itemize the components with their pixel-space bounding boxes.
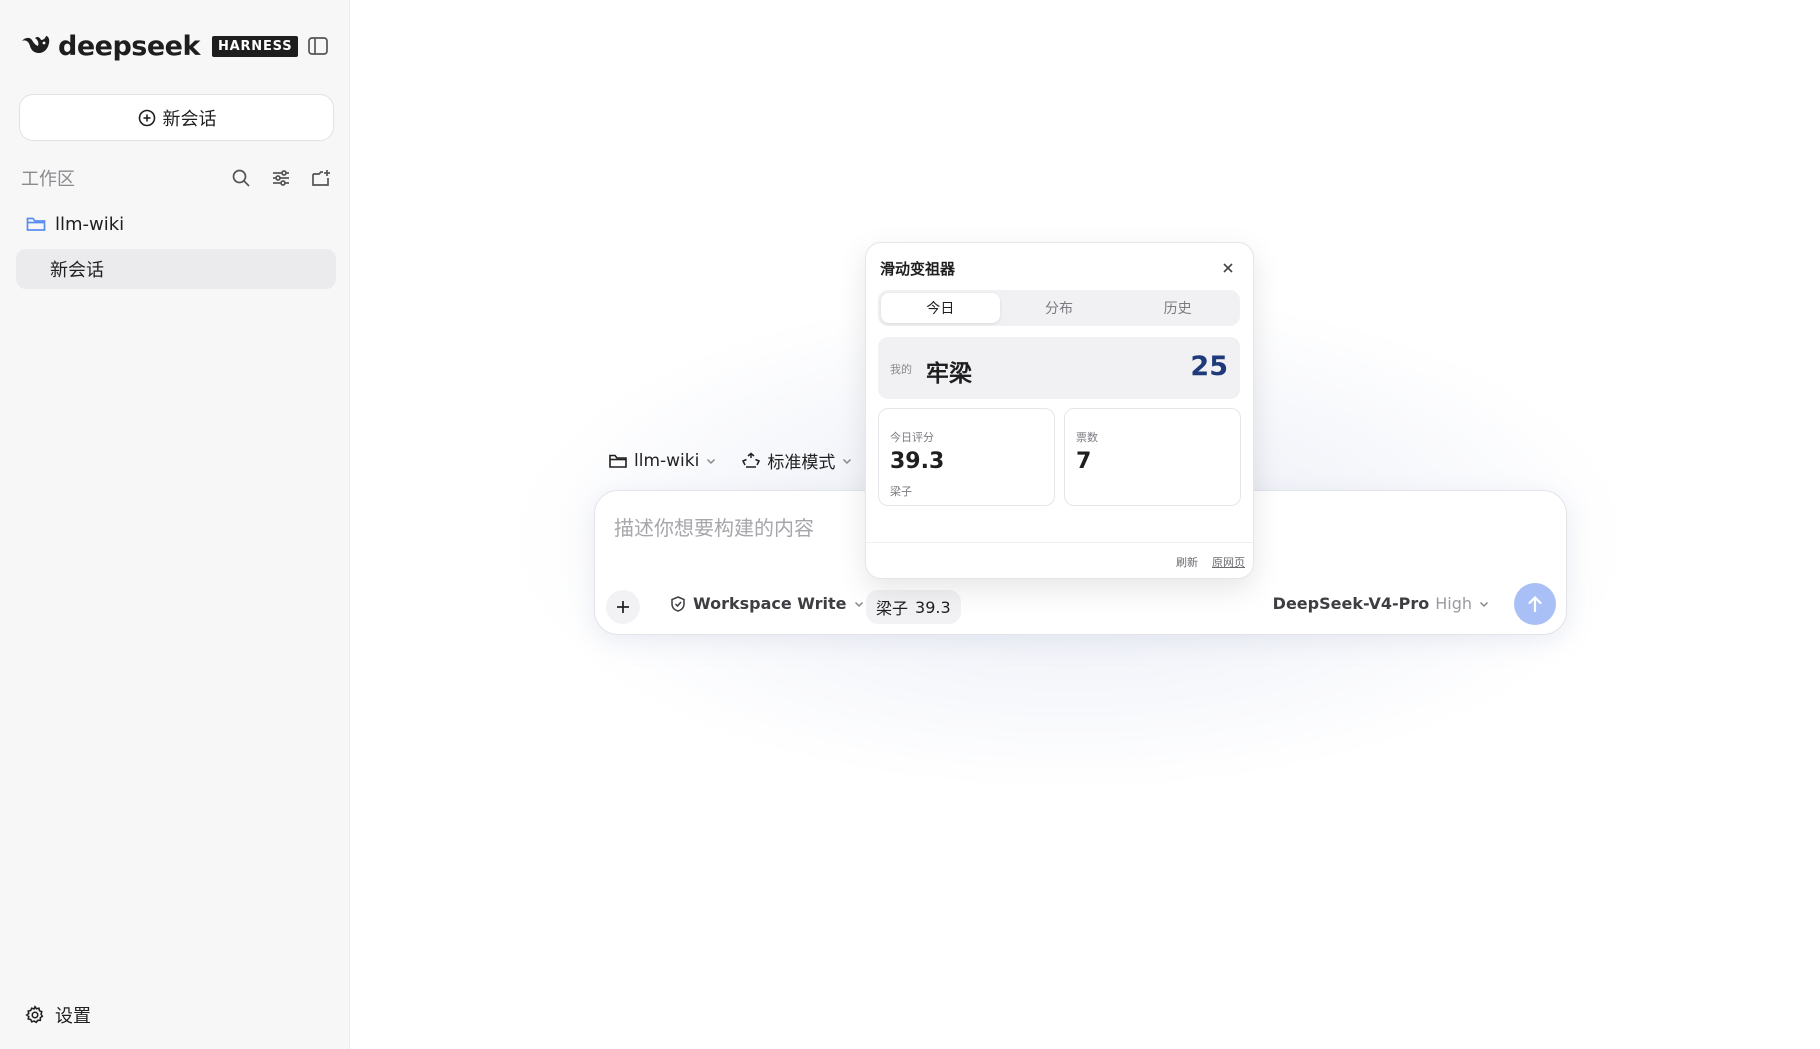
popup-footer: 刷新 原网页	[866, 542, 1255, 580]
mode-selector-label: 标准模式	[767, 453, 836, 473]
new-chat-label: 新会话	[162, 108, 217, 130]
folder-icon	[609, 454, 627, 468]
refresh-link[interactable]: 刷新	[1176, 554, 1198, 570]
brand-badge: HARNESS	[211, 35, 299, 57]
stat-votes-label: 票数	[1076, 431, 1098, 444]
tab-distribution[interactable]: 分布	[1000, 293, 1119, 323]
popup-tabs: 今日 分布 历史	[878, 290, 1240, 326]
close-icon[interactable]	[1218, 258, 1238, 278]
stat-card-votes: 票数 7	[1064, 408, 1241, 506]
folder-selector[interactable]: llm-wiki	[608, 451, 717, 471]
session-item[interactable]: 新会话	[16, 249, 336, 289]
send-button[interactable]	[1514, 583, 1556, 625]
session-label: 新会话	[50, 260, 104, 281]
chevron-down-icon	[843, 458, 852, 464]
tab-history[interactable]: 历史	[1118, 293, 1237, 323]
mode-selector[interactable]: 标准模式	[741, 448, 853, 473]
permission-label: Workspace Write	[693, 594, 847, 613]
permission-selector[interactable]: Workspace Write	[669, 594, 865, 613]
deepseek-whale-logo-icon	[22, 36, 50, 53]
source-page-link[interactable]: 原网页	[1212, 554, 1245, 570]
folder-name: llm-wiki	[55, 213, 125, 235]
main-area: llm-wiki 标准模式 Workspace Write	[350, 0, 1820, 1049]
plus-icon	[617, 601, 629, 613]
stat-votes-value: 7	[1076, 449, 1092, 474]
brand-name: deepseek	[58, 30, 200, 62]
app-window: deepseek HARNESS 新会话 工作区 llm-wiki 新会话 设置…	[0, 0, 1820, 1049]
new-folder-icon[interactable]	[309, 166, 333, 190]
sidebar: deepseek HARNESS 新会话 工作区 llm-wiki 新会话 设置	[0, 0, 350, 1049]
workspace-title: 工作区	[21, 169, 75, 190]
sidebar-toggle-icon[interactable]	[306, 34, 330, 58]
mine-card: 我的 牢梁 25	[878, 337, 1240, 399]
folder-selector-label: llm-wiki	[634, 450, 700, 471]
popup-title: 滑动变祖器	[880, 260, 956, 278]
settings-label: 设置	[55, 1006, 91, 1027]
workspace-header: 工作区	[21, 165, 333, 191]
score-chip[interactable]: 梁子 39.3	[866, 590, 961, 624]
model-name: DeepSeek-V4-Pro	[1272, 594, 1430, 613]
score-chip-name: 梁子	[876, 599, 909, 618]
workspace-tools	[229, 166, 333, 190]
gear-icon	[25, 1005, 44, 1024]
arrow-up-icon	[1528, 595, 1542, 613]
brand: deepseek HARNESS	[20, 30, 299, 62]
context-bar: llm-wiki 标准模式	[608, 448, 853, 473]
score-popup: 滑动变祖器 今日 分布 历史 我的 牢梁 25 今日评分 39.3 梁子 票数	[865, 242, 1255, 580]
mine-name: 牢梁	[926, 361, 972, 387]
stat-score-label: 今日评分	[890, 431, 934, 444]
mine-label: 我的	[890, 363, 912, 376]
chevron-down-icon	[854, 601, 863, 607]
chevron-down-icon	[707, 458, 716, 464]
folder-icon	[26, 217, 46, 231]
shield-check-icon	[671, 595, 685, 612]
stat-card-score: 今日评分 39.3 梁子	[878, 408, 1055, 506]
attach-button[interactable]	[606, 590, 640, 624]
new-chat-button[interactable]: 新会话	[19, 94, 334, 141]
model-selector[interactable]: DeepSeek-V4-Pro High	[1273, 594, 1490, 613]
workspace-folder-llm-wiki[interactable]: llm-wiki	[25, 213, 124, 235]
chevron-down-icon	[1479, 601, 1489, 607]
recycle-icon	[742, 452, 761, 468]
filter-sliders-icon[interactable]	[269, 166, 293, 190]
settings-button[interactable]: 设置	[24, 1002, 91, 1028]
mine-value: 25	[1190, 351, 1228, 382]
model-level: High	[1435, 594, 1472, 613]
plus-circle-icon	[138, 109, 155, 126]
stat-score-value: 39.3	[890, 449, 945, 474]
stat-score-sub: 梁子	[890, 485, 912, 498]
score-chip-value: 39.3	[915, 597, 951, 617]
tab-today[interactable]: 今日	[881, 293, 1000, 323]
search-icon[interactable]	[229, 166, 253, 190]
